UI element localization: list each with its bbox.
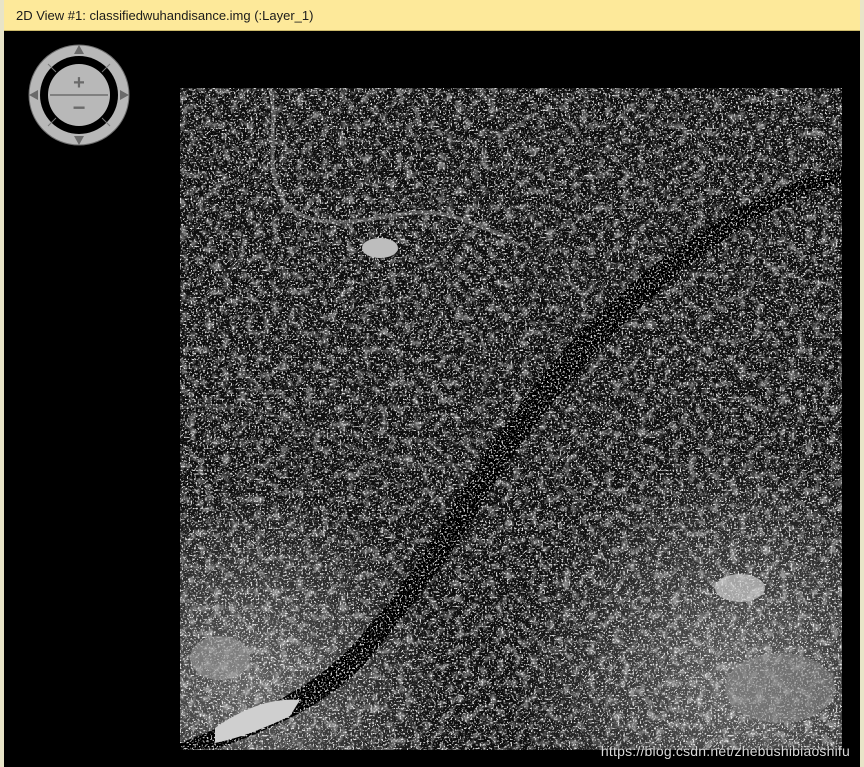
plus-icon: +: [73, 72, 85, 94]
view-window: 2D View #1: classifiedwuhandisance.img (…: [0, 0, 864, 767]
zoom-in-button[interactable]: +: [73, 72, 85, 94]
minus-icon: −: [73, 95, 86, 120]
navigator-widget: + −: [28, 44, 130, 146]
view-canvas[interactable]: + − https://blog.csdn.net/zhebushibiaosh…: [4, 31, 860, 767]
window-title-bar[interactable]: 2D View #1: classifiedwuhandisance.img (…: [4, 0, 860, 31]
raster-image[interactable]: [180, 88, 842, 750]
window-title: 2D View #1: classifiedwuhandisance.img (…: [16, 7, 314, 23]
watermark-text: https://blog.csdn.net/zhebushibiaoshifu: [600, 743, 850, 759]
zoom-out-button[interactable]: −: [73, 95, 86, 120]
